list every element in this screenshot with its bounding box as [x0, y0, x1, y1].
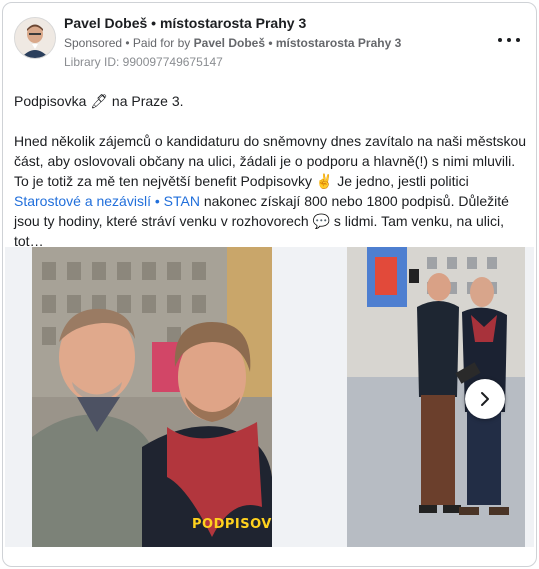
chevron-right-icon: [481, 392, 489, 406]
paid-for-name[interactable]: Pavel Dobeš • místostarosta Prahy 3: [194, 36, 402, 50]
more-dot-icon: [516, 38, 520, 42]
podpisovka-logo: PODPISOVKA: [192, 517, 272, 532]
carousel-next-button[interactable]: [465, 379, 505, 419]
slide-1-photo: [32, 247, 272, 547]
author-name[interactable]: Pavel Dobeš • místostarosta Prahy 3: [64, 15, 306, 31]
stan-page-link[interactable]: Starostové a nezávislí • STAN: [14, 193, 200, 209]
paid-for-prefix: • Paid for by: [125, 36, 191, 50]
avatar-image: [15, 18, 55, 58]
post-body: Hned několik zájemců o kandidaturu do sn…: [14, 131, 529, 251]
library-id: Library ID: 990097749675147: [64, 55, 223, 69]
more-dot-icon: [498, 38, 502, 42]
author-avatar[interactable]: [14, 17, 56, 59]
post-title-line: Podpisovka 🖊 na Praze 3.: [14, 93, 184, 109]
sponsored-label: Sponsored: [64, 36, 123, 50]
sponsored-line: Sponsored • Paid for by Pavel Dobeš • mí…: [64, 36, 401, 50]
media-carousel[interactable]: PODPISOVKA: [5, 247, 534, 547]
ad-post-card: Pavel Dobeš • místostarosta Prahy 3 Spon…: [2, 2, 537, 567]
more-dot-icon: [507, 38, 511, 42]
carousel-slide-1[interactable]: PODPISOVKA: [32, 247, 272, 547]
post-body-text: Hned několik zájemců o kandidaturu do sn…: [14, 133, 527, 189]
more-options-button[interactable]: [498, 33, 520, 47]
